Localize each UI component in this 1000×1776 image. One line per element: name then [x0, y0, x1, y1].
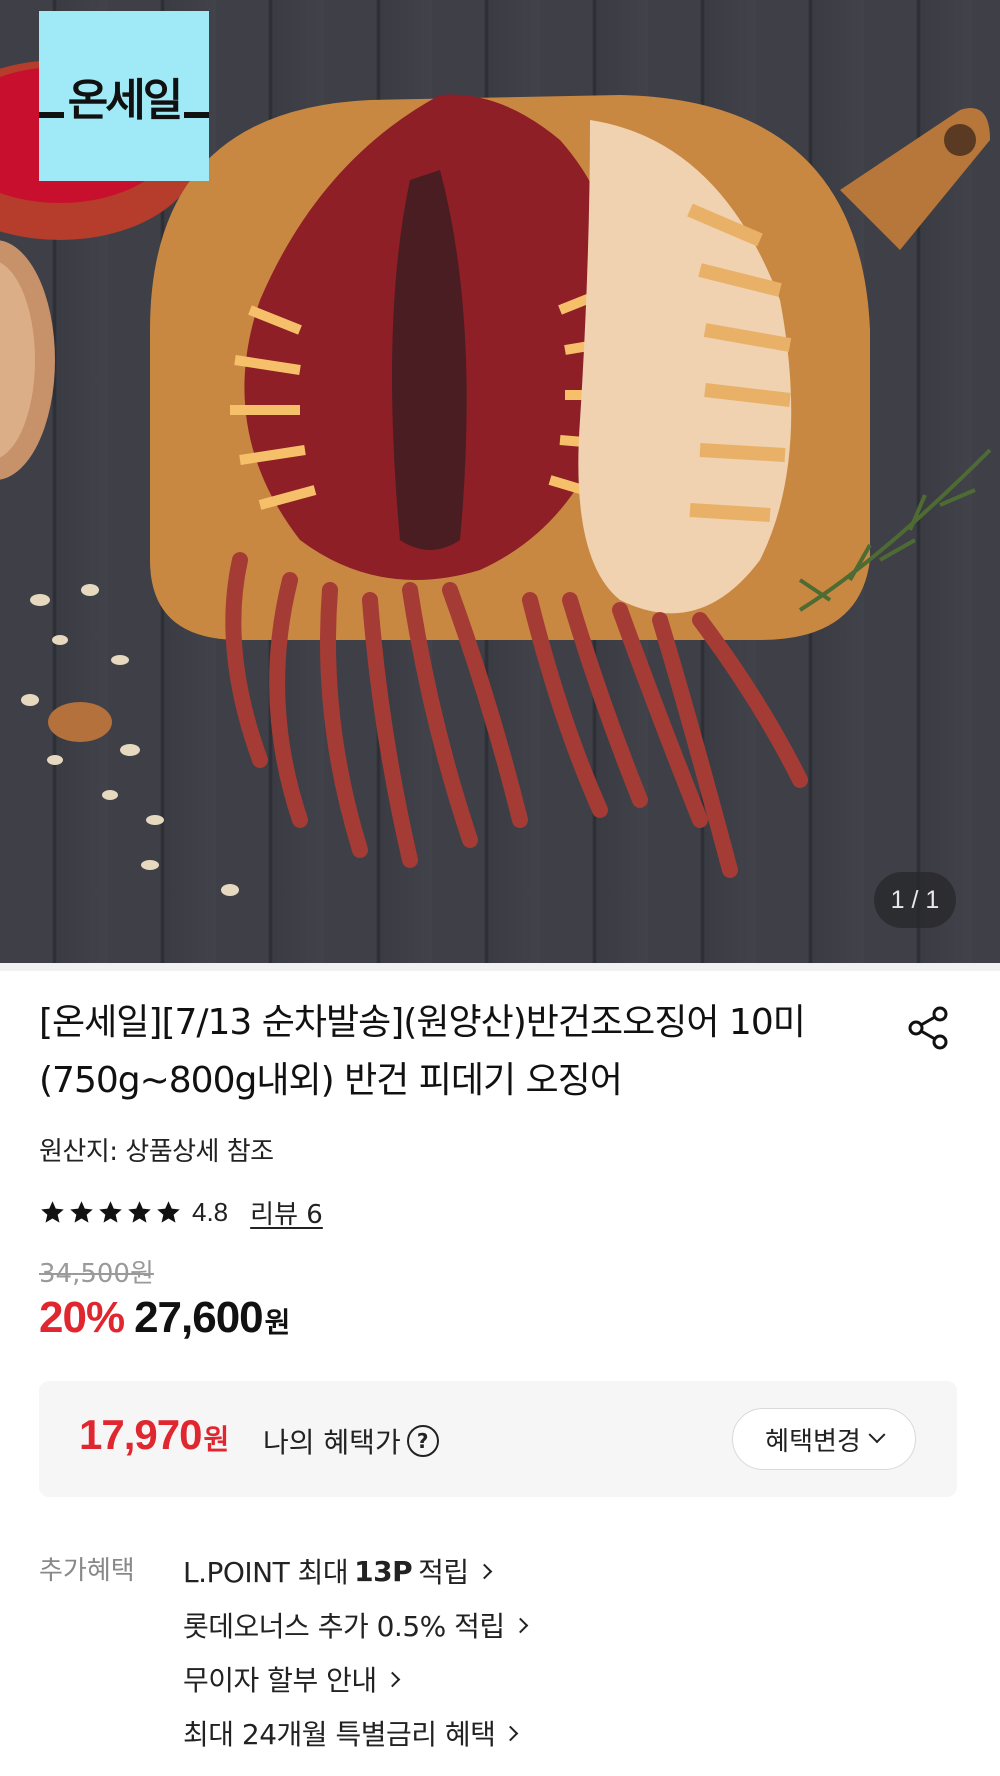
extra-benefit-text: 롯데오너스 추가 0.5% 적립	[183, 1610, 505, 1643]
product-title: [온세일][7/13 순차발송](원양산)반건조오징어 10미 (750g~80…	[39, 994, 889, 1110]
lpoint-text-post: 적립	[418, 1556, 469, 1589]
extra-benefit-text: 무이자 할부 안내	[183, 1664, 377, 1697]
question-circle-icon[interactable]: ?	[406, 1425, 439, 1457]
product-image[interactable]: 온세일 1 / 1	[0, 0, 1000, 963]
benefit-price-value: 17,970	[79, 1411, 202, 1458]
review-link[interactable]: 리뷰 6	[250, 1194, 323, 1231]
rating-value: 4.8	[192, 1196, 229, 1227]
lpoint-points: 13P	[354, 1554, 413, 1588]
star-rating	[39, 1199, 182, 1226]
sale-price: 27,600	[134, 1293, 264, 1342]
benefit-price: 17,970 원	[79, 1411, 229, 1459]
star-icon	[157, 1200, 180, 1223]
extra-benefit-special-rate[interactable]: 최대 24개월 특별금리 혜택	[183, 1706, 526, 1760]
lpoint-text-pre: L.POINT 최대	[183, 1556, 349, 1589]
star-icon	[41, 1200, 64, 1223]
share-icon	[908, 1006, 948, 1050]
extra-benefits-label: 추가혜택	[39, 1556, 135, 1586]
chevron-right-icon	[512, 1617, 528, 1633]
chevron-right-icon	[384, 1671, 400, 1687]
onsale-logo-badge: 온세일	[39, 11, 209, 181]
discount-rate: 20%	[39, 1293, 125, 1342]
benefit-label-text: 나의 혜택가	[263, 1426, 401, 1459]
chevron-right-icon	[503, 1725, 519, 1741]
chevron-down-icon	[868, 1426, 886, 1444]
benefit-label: 나의 혜택가 ?	[263, 1421, 439, 1461]
price-row: 20% 27,600 원	[39, 1293, 290, 1343]
sale-price-currency: 원	[264, 1306, 291, 1339]
chevron-right-icon	[476, 1563, 492, 1579]
image-counter: 1 / 1	[874, 872, 956, 928]
change-benefit-button[interactable]: 혜택변경	[732, 1408, 916, 1470]
star-icon	[70, 1200, 93, 1223]
star-icon	[99, 1200, 122, 1223]
benefit-price-currency: 원	[203, 1423, 230, 1456]
extra-benefit-lpoint[interactable]: L.POINT 최대 13P 적립	[183, 1544, 526, 1598]
origin-info: 원산지: 상품상세 참조	[39, 1137, 274, 1167]
onsale-logo-text: 온세일	[63, 64, 185, 128]
share-button[interactable]	[904, 1004, 952, 1052]
extra-benefit-lotte-owners[interactable]: 롯데오너스 추가 0.5% 적립	[183, 1598, 528, 1652]
original-price: 34,500원	[39, 1259, 154, 1289]
change-benefit-label: 혜택변경	[765, 1426, 861, 1457]
product-title-line1: [온세일][7/13 순차발송](원양산)반건조오징어 10미	[39, 1002, 806, 1043]
benefit-price-box: 17,970 원 나의 혜택가 ? 혜택변경	[39, 1381, 957, 1497]
extra-benefit-text: 최대 24개월 특별금리 혜택	[183, 1718, 496, 1751]
product-title-line2: (750g~800g내외) 반건 피데기 오징어	[39, 1060, 623, 1101]
extra-benefit-installment[interactable]: 무이자 할부 안내	[183, 1652, 526, 1706]
rating-row: 4.8 리뷰 6	[39, 1194, 323, 1231]
star-icon	[128, 1200, 151, 1223]
divider	[0, 963, 1000, 971]
extra-benefits-list: L.POINT 최대 13P 적립 롯데오너스 추가 0.5% 적립 무이자 할…	[183, 1544, 528, 1760]
